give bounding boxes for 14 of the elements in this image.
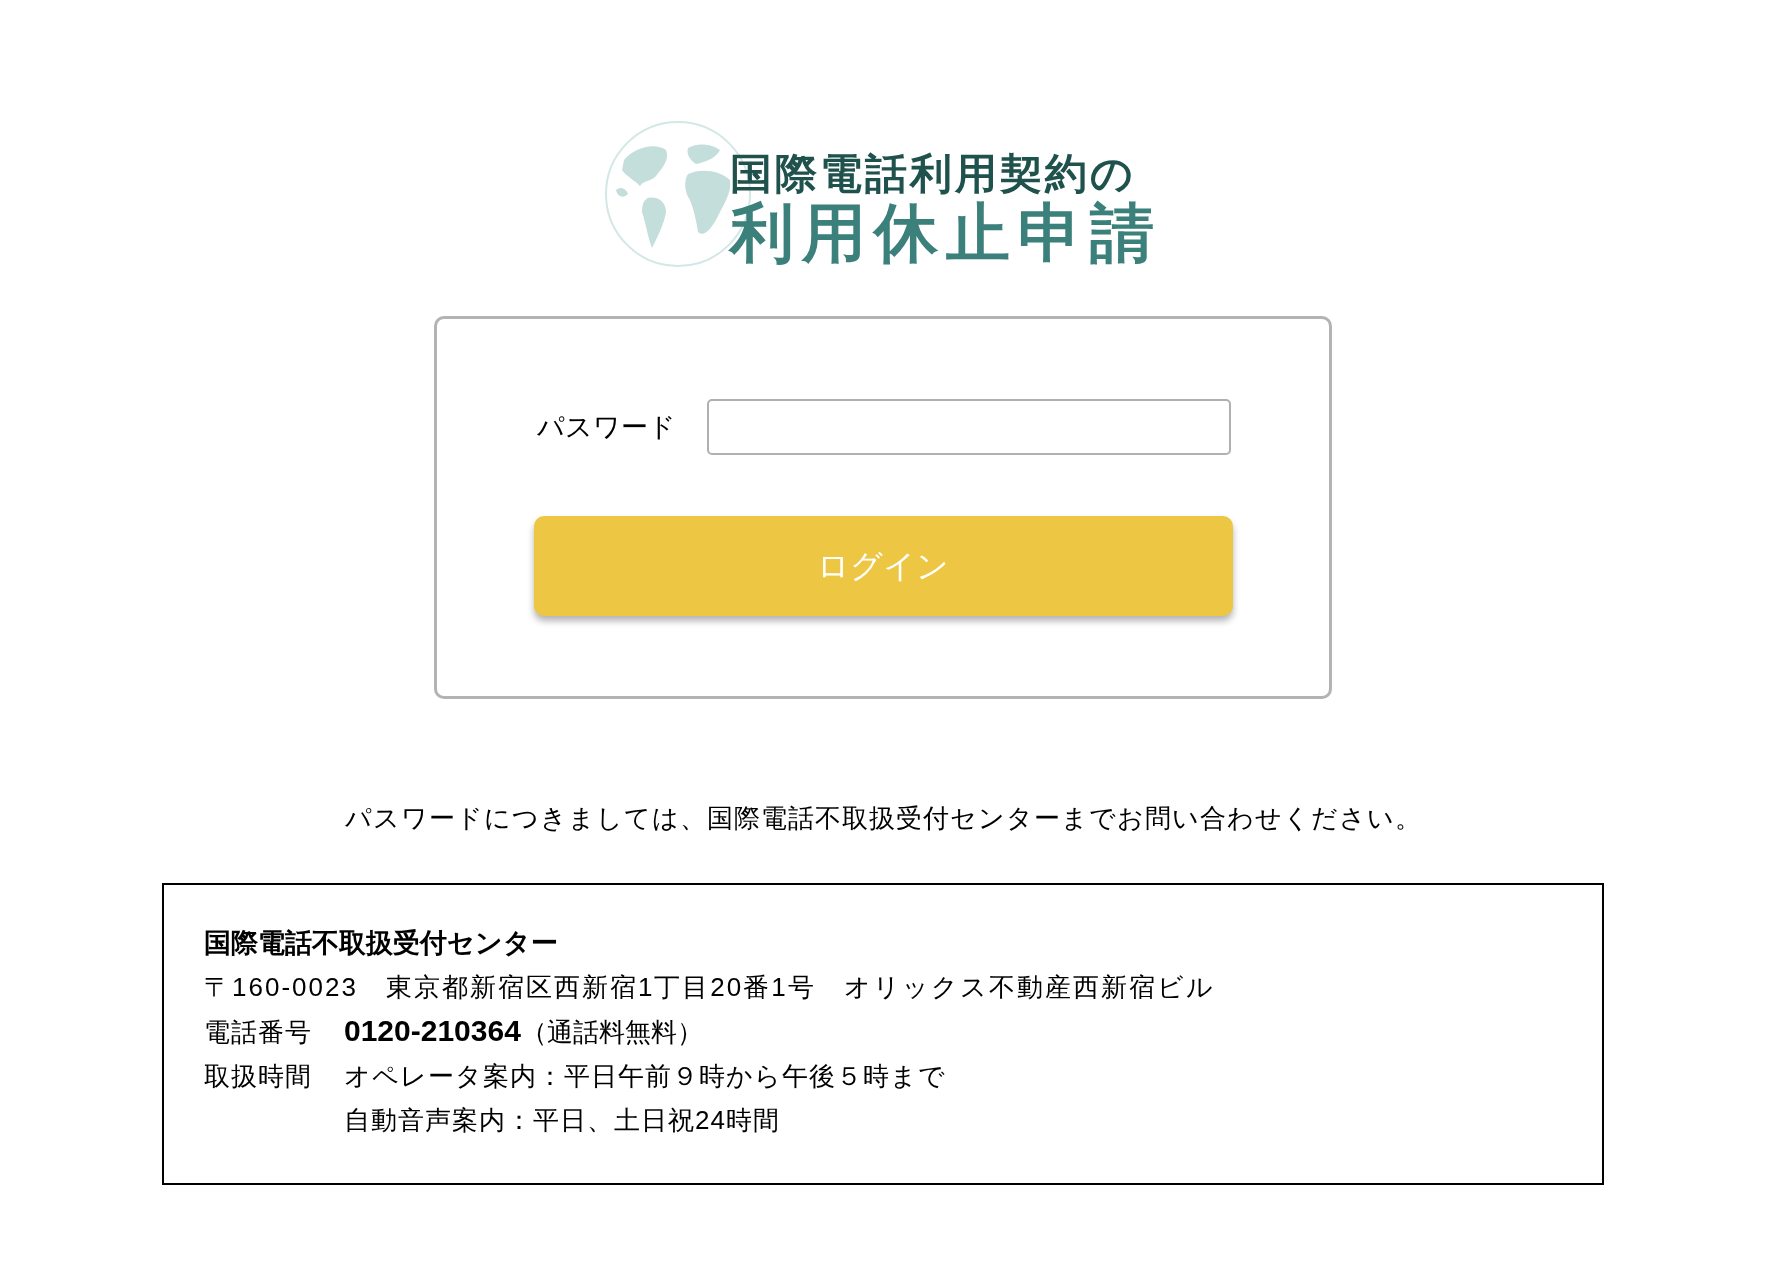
phone-number: 0120-210364 [344,1013,521,1049]
hours-text: 自動音声案内：平日、土日祝24時間 [344,1104,780,1137]
password-field[interactable] [706,399,1231,455]
logo-title-top: 国際電話利用契約の [730,150,1136,198]
phone-note: （通話料無料） [520,1016,703,1049]
password-notice: パスワードにつきましては、国際電話不取扱受付センターまでお問い合わせください。 [344,802,1422,835]
hours-text: オペレータ案内：平日午前９時から午後５時まで [344,1060,946,1093]
logo-title-main: 利用休止申請 [730,198,1162,268]
contact-title: 国際電話不取扱受付センター [204,927,558,960]
hours-label: 取扱時間 [204,1060,313,1093]
phone-label: 電話番号 [204,1016,313,1049]
contact-address: 〒160-0023 東京都新宿区西新宿1丁目20番1号 オリックス不動産西新宿ビル [204,971,1215,1004]
login-button[interactable]: ログイン [533,516,1233,616]
password-label: パスワード [535,411,677,444]
